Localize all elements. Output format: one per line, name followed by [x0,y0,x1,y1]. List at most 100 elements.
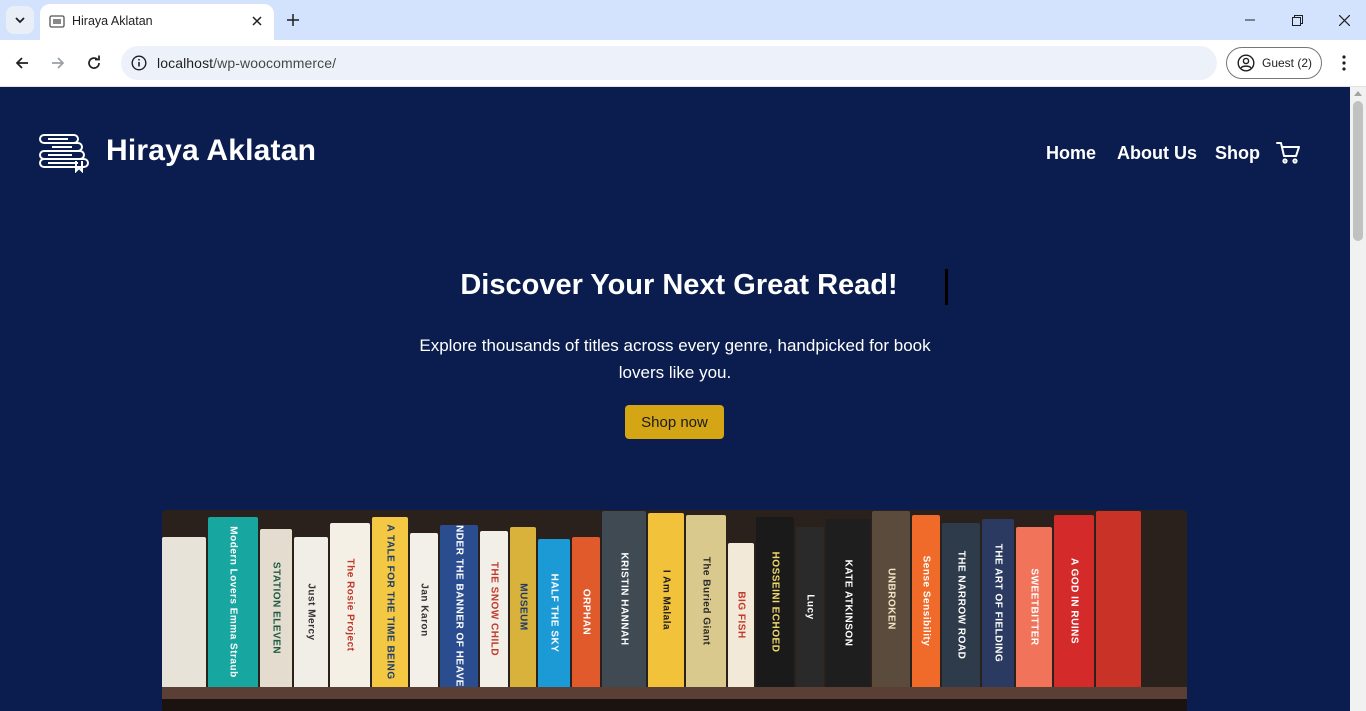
hero-title: Discover Your Next Great Read! [460,269,898,301]
bookshelf-image: Modern Lovers Emma Straub STATION ELEVEN J… [162,510,1187,711]
browser-toolbar: localhost/wp-woocommerce/ Guest (2) [0,40,1366,87]
nav-link-shop[interactable]: Shop [1215,143,1260,164]
book-spine: STATION ELEVEN [260,529,292,687]
info-icon [131,55,147,71]
new-tab-button[interactable] [282,9,304,31]
tab-title: Hiraya Aklatan [72,14,153,28]
book-spine: Just Mercy [294,537,328,687]
book-spine: Jan Karon [410,533,438,687]
book-spine [1096,511,1141,687]
reload-icon [88,55,100,69]
arrow-right-icon [52,57,65,69]
book-spine: HALF THE SKY [538,539,570,687]
book-title: HALF THE SKY [548,573,560,653]
book-title: THE ART OF FIELDING [992,543,1004,663]
back-button[interactable] [10,51,34,75]
site-header: Hiraya Aklatan Home About Us Shop [0,87,1350,217]
account-circle-icon [1237,54,1255,72]
book-spine: UNBROKEN [872,511,910,687]
more-vert-icon [1342,55,1346,71]
plus-icon [287,14,299,26]
book-spine: MUSEUM [510,527,536,687]
url-text: localhost/wp-woocommerce/ [157,55,336,71]
minimize-button[interactable] [1238,8,1262,32]
book-spine: HOSSEINI ECHOED [756,517,794,687]
url-host: localhost [157,55,214,71]
book-title: THE NARROW ROAD [955,550,967,660]
book-title: The Buried Giant [700,556,712,646]
book-title: A TALE FOR THE TIME BEING [384,524,396,680]
book-title: HOSSEINI ECHOED [769,551,781,653]
book-spine: A TALE FOR THE TIME BEING [372,517,408,687]
book-title: Just Mercy [305,583,317,641]
book-title: Sense Sensibility [920,555,932,647]
tab-strip: Hiraya Aklatan [0,0,1366,40]
page-viewport: Hiraya Aklatan Home About Us Shop Discov… [0,87,1366,711]
close-icon [252,16,262,26]
book-spine: SWEETBITTER [1016,527,1052,687]
book-title: STATION ELEVEN [270,561,282,655]
book-title: KATE ATKINSON [842,559,854,647]
book-title: Jan Karon [418,583,430,637]
book-title: ORPHAN [580,588,592,636]
book-title: A GOD IN RUINS [1068,557,1080,645]
book-spine: The Buried Giant [686,515,726,687]
book-title: UNDER THE BANNER OF HEAVEN [453,525,465,687]
url-path: /wp-woocommerce/ [213,55,337,71]
profile-button[interactable]: Guest (2) [1226,47,1322,79]
book-spine: UNDER THE BANNER OF HEAVEN [440,525,478,687]
restore-icon [1291,14,1303,26]
book-spine: The Rosie Project [330,523,370,687]
book-spine: THE NARROW ROAD [942,523,980,687]
book-title: UNBROKEN [885,568,897,630]
profile-label: Guest (2) [1262,56,1313,70]
text-cursor [945,269,948,305]
book-spine: Sense Sensibility [912,515,940,687]
scroll-thumb[interactable] [1353,101,1363,241]
book-title: The Rosie Project [344,558,356,652]
hero-subtitle: Explore thousands of titles across every… [419,336,931,382]
book-spine: Lucy [796,527,824,687]
shelf-shadow [162,699,1187,711]
shelf-edge [162,687,1187,699]
reload-button[interactable] [82,51,106,75]
forward-button[interactable] [46,51,70,75]
book-spine: A GOD IN RUINS [1054,515,1094,687]
page-scrollbar[interactable] [1350,87,1366,711]
address-bar[interactable]: localhost/wp-woocommerce/ [121,46,1217,80]
book-spine: Modern Lovers Emma Straub [208,517,258,687]
restore-button[interactable] [1285,8,1309,32]
book-title: I Am Malala [660,569,672,631]
cart-icon[interactable] [1276,141,1301,165]
book-title: MUSEUM [517,583,529,631]
book-spine: THE ART OF FIELDING [982,519,1014,687]
book-spine: KATE ATKINSON [826,519,870,687]
book-spine: THE SNOW CHILD [480,531,508,687]
books-logo-icon[interactable] [38,131,90,173]
site-favicon-icon [49,15,65,28]
book-spine: KRISTIN HANNAH [602,511,646,687]
minimize-icon [1245,19,1255,21]
site-title[interactable]: Hiraya Aklatan [106,134,316,168]
book-title: Lucy [804,594,816,620]
arrow-left-icon [15,57,28,69]
site-info-button[interactable] [129,53,149,73]
book-spine: I Am Malala [648,513,684,687]
book-title: Modern Lovers Emma Straub [227,526,239,678]
tab-search-button[interactable] [6,6,34,34]
browser-menu-button[interactable] [1333,51,1355,75]
nav-link-about-us[interactable]: About Us [1117,143,1197,164]
book-spine: ORPHAN [572,537,600,687]
close-window-button[interactable] [1332,8,1356,32]
shop-now-button[interactable]: Shop now [625,405,724,439]
nav-link-home[interactable]: Home [1046,143,1096,164]
scroll-up-arrow-icon[interactable] [1354,91,1362,96]
browser-tab[interactable]: Hiraya Aklatan [40,4,274,40]
book-title: THE SNOW CHILD [488,561,500,657]
book-spine [162,537,206,687]
close-icon [1338,14,1350,26]
book-title: SWEETBITTER [1028,568,1040,646]
tab-close-button[interactable] [248,12,266,30]
book-title: KRISTIN HANNAH [618,552,630,646]
book-title: BIG FISH [735,591,747,639]
